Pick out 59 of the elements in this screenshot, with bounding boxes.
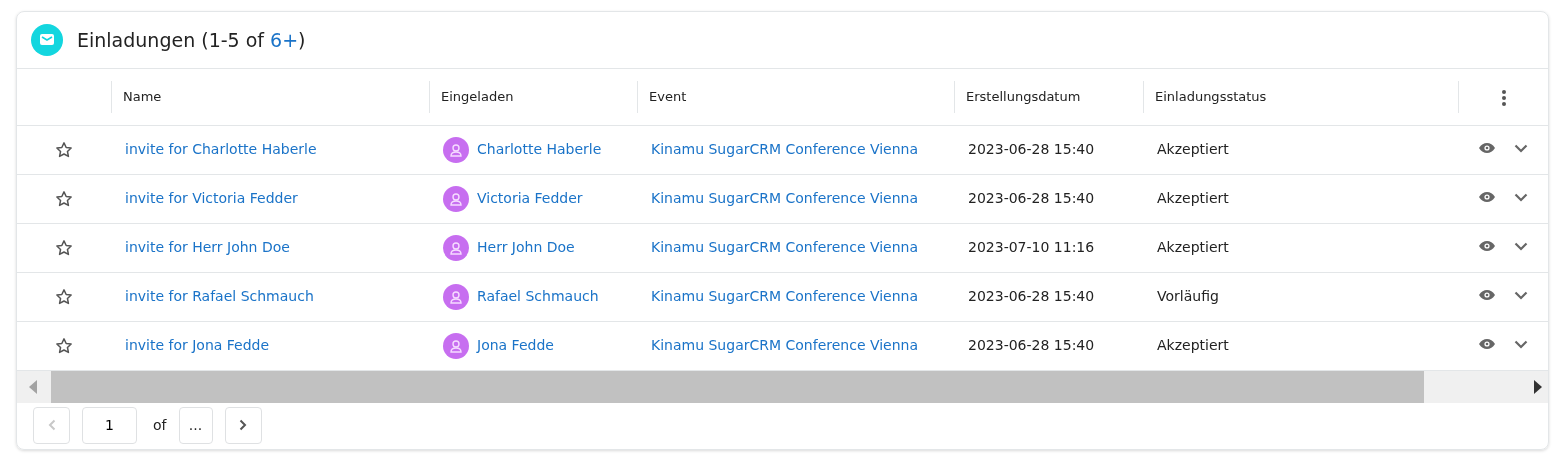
event-link[interactable]: Kinamu SugarCRM Conference Vienna: [651, 288, 919, 304]
view-icon[interactable]: [1478, 240, 1496, 252]
view-icon[interactable]: [1478, 191, 1496, 203]
chevron-down-icon[interactable]: [1514, 192, 1528, 202]
date-text: 2023-06-28 15:40: [968, 141, 1095, 157]
status-text: Vorläufig: [1157, 288, 1219, 304]
star-icon[interactable]: [55, 337, 73, 355]
event-link[interactable]: Kinamu SugarCRM Conference Vienna: [651, 239, 919, 255]
status-text: Akzeptiert: [1157, 141, 1229, 157]
invitee-link[interactable]: Rafael Schmauch: [477, 286, 599, 307]
date-text: 2023-07-10 11:16: [968, 239, 1095, 255]
contact-avatar-icon: [443, 136, 469, 163]
page-input[interactable]: 1: [82, 406, 137, 444]
event-link[interactable]: Kinamu SugarCRM Conference Vienna: [651, 190, 919, 206]
contact-avatar-icon: [443, 283, 469, 310]
contact-avatar-icon: [443, 332, 469, 359]
invitee-link[interactable]: Herr John Doe: [477, 237, 575, 258]
invitation-link[interactable]: invite for Rafael Schmauch: [125, 288, 314, 304]
invitation-link[interactable]: invite for Jona Fedde: [125, 337, 270, 353]
status-text: Akzeptiert: [1157, 337, 1229, 353]
status-text: Akzeptiert: [1157, 239, 1229, 255]
view-icon[interactable]: [1478, 142, 1496, 154]
more-icon[interactable]: [1501, 88, 1507, 107]
invitation-link[interactable]: invite for Victoria Fedder: [125, 190, 298, 206]
date-text: 2023-06-28 15:40: [968, 288, 1095, 304]
event-link[interactable]: Kinamu SugarCRM Conference Vienna: [651, 141, 919, 157]
view-icon[interactable]: [1478, 338, 1496, 350]
invitee-link[interactable]: Victoria Fedder: [477, 188, 583, 209]
date-text: 2023-06-28 15:40: [968, 337, 1095, 353]
column-header[interactable]: Einladungsstatus: [1155, 89, 1267, 104]
view-icon[interactable]: [1478, 289, 1496, 301]
star-icon[interactable]: [55, 141, 73, 159]
chevron-down-icon[interactable]: [1514, 241, 1528, 251]
column-header[interactable]: Erstellungsdatum: [966, 89, 1081, 104]
column-header[interactable]: Eingeladen: [441, 89, 514, 104]
mail-icon: [31, 24, 63, 56]
chevron-right-icon: [239, 419, 247, 431]
column-header[interactable]: Event: [649, 89, 687, 104]
event-link[interactable]: Kinamu SugarCRM Conference Vienna: [651, 337, 919, 353]
page-of-label: of: [153, 415, 167, 435]
star-icon[interactable]: [55, 190, 73, 208]
star-icon[interactable]: [55, 239, 73, 257]
contact-avatar-icon: [443, 185, 469, 212]
date-text: 2023-06-28 15:40: [968, 190, 1095, 206]
chevron-down-icon[interactable]: [1514, 339, 1528, 349]
count-link[interactable]: 6+: [270, 28, 299, 51]
invitee-link[interactable]: Charlotte Haberle: [477, 139, 602, 160]
total-pages-button[interactable]: ...: [178, 406, 213, 444]
column-header[interactable]: Name: [123, 89, 162, 104]
chevron-left-icon: [47, 419, 56, 431]
invitation-link[interactable]: invite for Herr John Doe: [125, 239, 290, 255]
panel-title: Einladungen (1-5 of 6+): [77, 27, 306, 53]
invitation-link[interactable]: invite for Charlotte Haberle: [125, 141, 317, 157]
star-icon[interactable]: [55, 288, 73, 306]
chevron-down-icon[interactable]: [1514, 290, 1528, 300]
chevron-down-icon[interactable]: [1514, 143, 1528, 153]
contact-avatar-icon: [443, 234, 469, 261]
invitee-link[interactable]: Jona Fedde: [477, 335, 554, 356]
status-text: Akzeptiert: [1157, 190, 1229, 206]
